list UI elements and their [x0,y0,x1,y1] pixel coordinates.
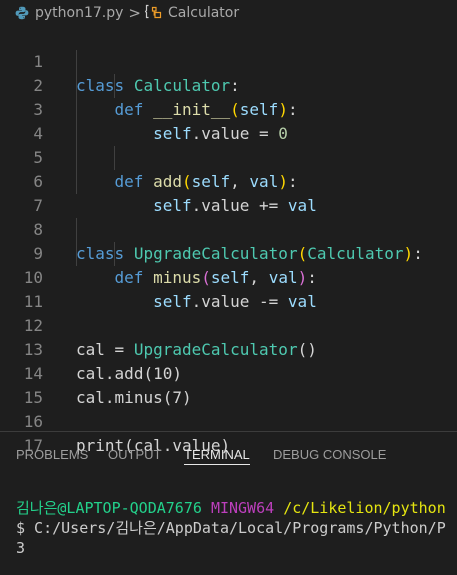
code-line: 14 cal.minus(7) [23,364,192,407]
terminal-prompt-line[interactable]: 김나은@LAPTOP-QODA7676 MINGW64 /c/Likelion/… [16,497,457,519]
tab-terminal[interactable]: TERMINAL [184,432,250,478]
breadcrumb-separator: > [128,4,141,22]
code-line: 6 self.value += val [33,172,317,215]
code-line: 1 class Calculator: [33,52,240,95]
python-file-icon [15,6,29,20]
code-line: 15 [0,362,457,407]
code-line: 4 [0,98,457,143]
code-line: 7 [0,170,457,215]
class-symbol-icon [144,4,162,23]
breadcrumb: python17.py > Calculator [0,0,457,26]
terminal-command-line[interactable]: $ C:/Users/김나은/AppData/Local/Programs/Py… [16,517,457,539]
code-line: 13 cal.add(10) [23,340,182,383]
active-tab-indicator [184,464,250,465]
tab-debug-console[interactable]: DEBUG CONSOLE [273,432,386,478]
tab-output[interactable]: OUTPUT [108,432,161,478]
code-line: 5 def add(self, val): [33,148,298,191]
code-line: 10 self.value -= val [23,268,317,311]
breadcrumb-file[interactable]: python17.py [35,5,123,21]
code-line: 8 class UpgradeCalculator(Calculator): [33,220,423,263]
terminal-cwd: /c/Likelion/python [283,499,446,517]
code-editor[interactable]: 1 class Calculator: 2 def __init__(self)… [0,26,457,455]
code-line: 12 cal = UpgradeCalculator() [23,316,317,359]
code-line: 16 print(cal.value) [23,412,231,455]
terminal-user-host: 김나은@LAPTOP-QODA7676 [16,499,202,517]
code-line: 3 self.value = 0 [33,100,288,143]
terminal-shell: MINGW64 [210,499,275,517]
terminal-output: 3 [16,539,26,557]
code-line: 2 def __init__(self): [33,76,298,119]
panel-tabs: PROBLEMS OUTPUT TERMINAL DEBUG CONSOLE [0,432,457,478]
code-line: 11 [0,266,457,311]
tab-problems[interactable]: PROBLEMS [16,432,88,478]
code-line: 9 def minus(self, val): [33,244,317,287]
breadcrumb-symbol[interactable]: Calculator [144,4,239,23]
